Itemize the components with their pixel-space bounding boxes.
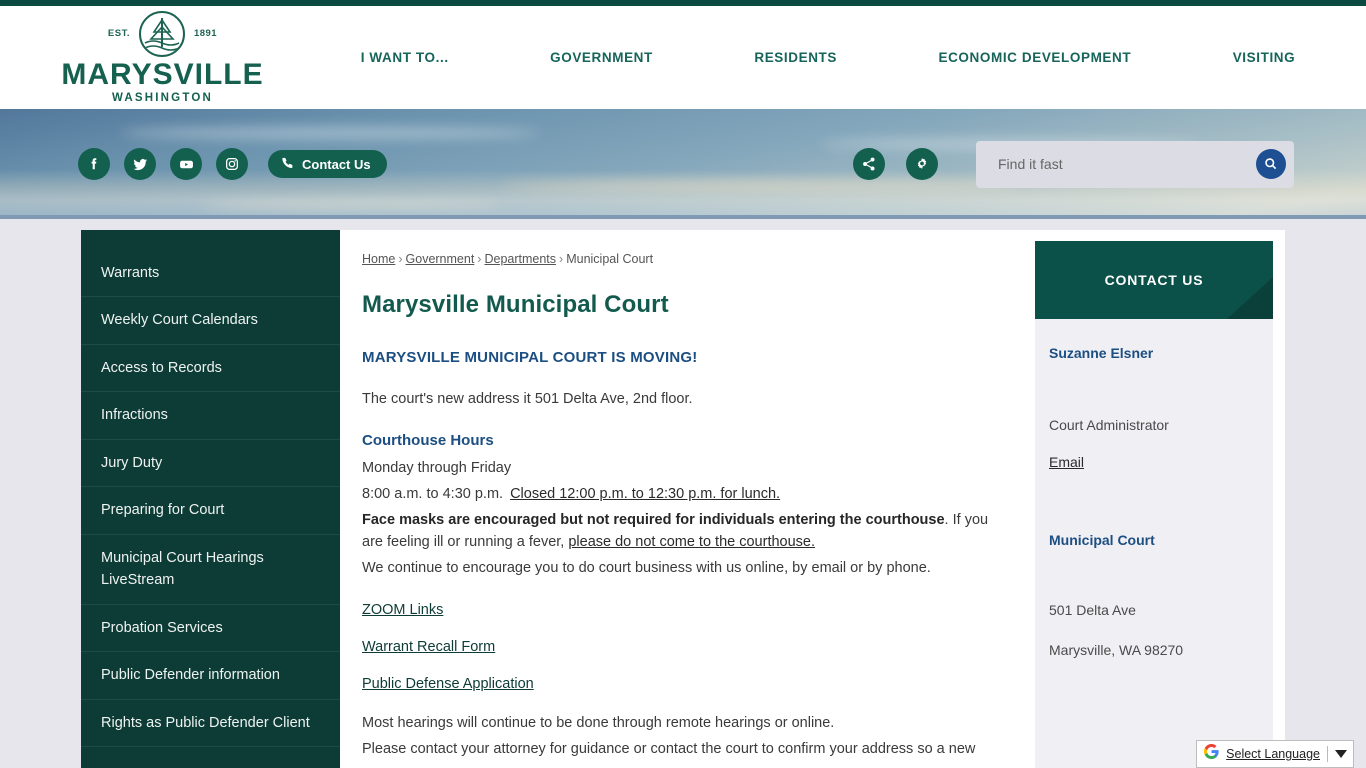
contact-address-line-1: 501 Delta Ave xyxy=(1049,602,1136,618)
evergreen-tree-icon xyxy=(138,10,185,57)
contact-address-line-2: Marysville, WA 98270 xyxy=(1049,642,1184,658)
remote-hearings-text-line-1: Most hearings will continue to be done t… xyxy=(362,715,835,732)
gear-icon[interactable] xyxy=(906,148,938,180)
sidebar-item-rights-as-public-defender-client[interactable]: Rights as Public Defender Client xyxy=(81,700,340,748)
social-links: Contact Us xyxy=(78,148,387,180)
sidebar-item-warrants[interactable]: Warrants xyxy=(81,252,340,298)
breadcrumb-government[interactable]: Government xyxy=(406,252,475,266)
contact-person-name: Suzanne Elsner xyxy=(1049,345,1154,361)
section-sidebar: Warrants Weekly Court Calendars Access t… xyxy=(81,230,340,768)
google-g-icon xyxy=(1204,743,1219,764)
logo-state-name: WASHINGTON xyxy=(111,92,213,105)
breadcrumb: Home › Government › Departments › Municipal Co… xyxy=(362,252,993,266)
contact-email-link[interactable]: Email xyxy=(1049,454,1084,470)
courthouse-hours-time-row: 8:00 a.m. to 4:30 p.m. Closed 12:00 p.m. … xyxy=(362,483,993,505)
contact-department-name: Municipal Court xyxy=(1049,532,1155,548)
google-translate-widget[interactable]: Select Language xyxy=(1196,740,1354,768)
sidebar-item-public-defender-information[interactable]: Public Defender information xyxy=(81,652,340,700)
logo-est-label: EST. xyxy=(107,28,130,40)
sidebar-item-municipal-court-livestream[interactable]: Municipal Court Hearings LiveStream xyxy=(81,535,340,605)
contact-card: CONTACT US Suzanne Elsner Court Administ… xyxy=(1035,241,1273,768)
contact-rail: CONTACT US Suzanne Elsner Court Administ… xyxy=(1023,230,1285,768)
sidebar-item-access-to-records[interactable]: Access to Records xyxy=(81,345,340,393)
do-not-come-to-courthouse-link[interactable]: please do not come to the courthouse. xyxy=(568,534,815,550)
translate-divider xyxy=(1327,746,1328,762)
logo-year-label: 1891 xyxy=(193,28,218,40)
page-body: Warrants Weekly Court Calendars Access t… xyxy=(0,219,1366,768)
courthouse-hours-heading: Courthouse Hours xyxy=(362,432,494,450)
site-logo[interactable]: EST. 1891 MARYSVILLE WASHINGTON xyxy=(55,10,270,105)
youtube-icon[interactable] xyxy=(170,148,202,180)
logo-city-name: MARYSVILLE xyxy=(61,57,264,91)
contact-person-role: Court Administrator xyxy=(1049,417,1169,433)
breadcrumb-departments[interactable]: Departments xyxy=(484,252,556,266)
moving-announcement-heading: MARYSVILLE MUNICIPAL COURT IS MOVING! xyxy=(362,349,698,366)
primary-navigation: I WANT TO... GOVERNMENT RESIDENTS ECONOM… xyxy=(270,6,1366,109)
contact-us-button[interactable]: Contact Us xyxy=(268,150,387,178)
encourage-online-business-text: We continue to encourage you to do court… xyxy=(362,559,931,576)
courthouse-lunch-closure-link[interactable]: Closed 12:00 p.m. to 12:30 p.m. for lunc… xyxy=(510,486,780,502)
page-title: Marysville Municipal Court xyxy=(362,291,669,318)
search-input[interactable] xyxy=(996,155,1256,173)
search-submit-button[interactable] xyxy=(1256,149,1286,179)
breadcrumb-separator: › xyxy=(477,252,482,266)
sidebar-item-preparing-for-court[interactable]: Preparing for Court xyxy=(81,487,340,535)
sidebar-item-jury-duty[interactable]: Jury Duty xyxy=(81,440,340,488)
nav-item-visiting[interactable]: VISITING xyxy=(1233,50,1296,65)
facebook-icon[interactable] xyxy=(78,148,110,180)
sky-banner: Contact Us xyxy=(0,109,1366,219)
main-content: Home › Government › Departments › Municipal Co… xyxy=(340,230,1023,768)
nav-item-i-want-to[interactable]: I WANT TO... xyxy=(361,50,449,65)
breadcrumb-separator: › xyxy=(559,252,564,266)
zoom-links-link[interactable]: ZOOM Links xyxy=(362,602,443,618)
sidebar-item-probation-services[interactable]: Probation Services xyxy=(81,605,340,653)
sidebar-item-infractions[interactable]: Infractions xyxy=(81,392,340,440)
warrant-recall-form-link[interactable]: Warrant Recall Form xyxy=(362,639,495,655)
courthouse-hours-days: Monday through Friday xyxy=(362,460,512,477)
nav-item-government[interactable]: GOVERNMENT xyxy=(550,50,653,65)
instagram-icon[interactable] xyxy=(216,148,248,180)
face-mask-notice-bold: Face masks are encouraged but not requir… xyxy=(362,511,945,528)
site-header: EST. 1891 MARYSVILLE WASHINGTON I WANT T… xyxy=(0,6,1366,109)
select-language-link[interactable]: Select Language xyxy=(1226,747,1320,761)
courthouse-hours-time: 8:00 a.m. to 4:30 p.m. xyxy=(362,486,504,503)
contact-us-label: Contact Us xyxy=(302,156,371,172)
moving-announcement-text: The court's new address it 501 Delta Ave… xyxy=(362,391,693,407)
share-icon[interactable] xyxy=(853,148,885,180)
public-defense-application-link[interactable]: Public Defense Application xyxy=(362,676,534,692)
breadcrumb-home[interactable]: Home xyxy=(362,252,395,266)
contact-us-header[interactable]: CONTACT US xyxy=(1035,241,1273,319)
contact-us-header-label: CONTACT US xyxy=(1104,272,1204,288)
nav-item-economic-development[interactable]: ECONOMIC DEVELOPMENT xyxy=(938,50,1131,65)
nav-item-residents[interactable]: RESIDENTS xyxy=(754,50,837,65)
phone-icon xyxy=(281,156,295,173)
breadcrumb-separator: › xyxy=(398,252,403,266)
chevron-down-icon[interactable] xyxy=(1335,750,1347,758)
logo-emblem-row: EST. 1891 xyxy=(107,10,218,57)
corner-fold-decoration xyxy=(1227,277,1273,319)
face-mask-notice: Face masks are encouraged but not requir… xyxy=(362,509,993,553)
twitter-icon[interactable] xyxy=(124,148,156,180)
search-box[interactable] xyxy=(976,140,1294,188)
remote-hearings-text-line-2: Please contact your attorney for guidanc… xyxy=(362,741,976,758)
sidebar-item-weekly-court-calendars[interactable]: Weekly Court Calendars xyxy=(81,297,340,345)
breadcrumb-current: Municipal Court xyxy=(566,252,654,266)
